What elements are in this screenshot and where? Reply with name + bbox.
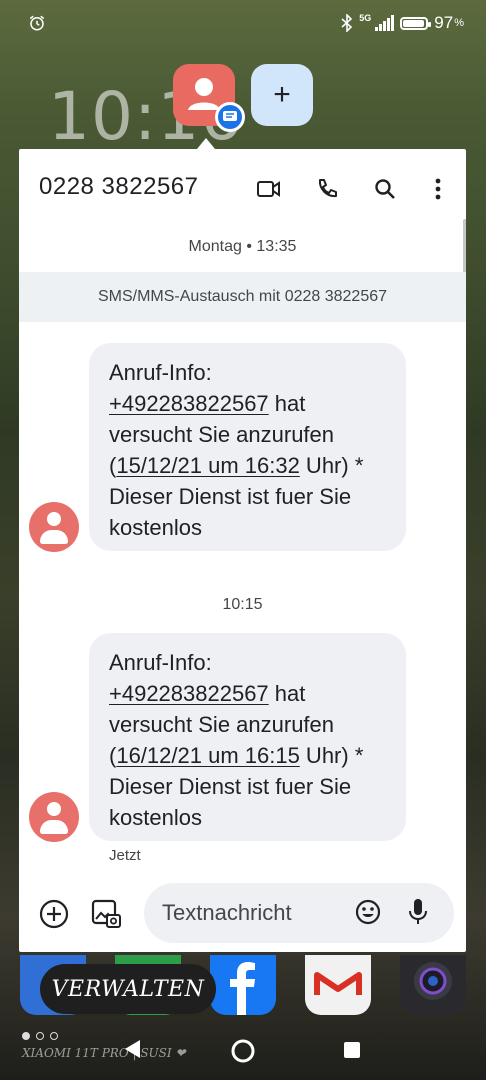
signal-icon: [375, 15, 395, 31]
network-type: 5G: [359, 13, 372, 23]
message-text: Uhr) *: [299, 743, 364, 768]
message-text: Uhr) *: [299, 453, 364, 478]
message-text: hat: [268, 391, 306, 416]
date-separator: Montag • 13:35: [188, 238, 297, 255]
contact-bubble-head[interactable]: [173, 64, 245, 132]
message-text: kostenlos: [109, 805, 202, 830]
gallery-icon[interactable]: [89, 897, 123, 931]
home-icon[interactable]: [230, 1038, 256, 1064]
alarm-icon: [29, 15, 45, 31]
phone-number-link[interactable]: +492283822567: [109, 681, 269, 706]
message-input-placeholder: Textnachricht: [162, 900, 292, 925]
phone-number-link[interactable]: +492283822567: [109, 391, 269, 416]
sms-info-banner: SMS/MMS-Austausch mit 0228 3822567: [19, 272, 466, 322]
message-text: hat: [268, 681, 306, 706]
camera-app-icon[interactable]: [400, 955, 466, 1015]
conversation-window: 0228 3822567 Montag • 13:35 SMS/MMS-Aust…: [19, 149, 466, 952]
manage-bubbles-button[interactable]: VERWALTEN: [40, 964, 216, 1014]
bubble-pointer: [197, 138, 215, 149]
message-input[interactable]: Textnachricht: [144, 883, 454, 943]
time-separator: 10:15: [222, 596, 263, 613]
phone-icon[interactable]: [313, 175, 341, 203]
mic-icon[interactable]: [408, 897, 428, 932]
bluetooth-icon: [341, 14, 353, 32]
message-text: Anruf-Info:: [109, 360, 212, 385]
message-text: Dieser Dienst ist fuer Sie: [109, 774, 352, 799]
battery-icon: [400, 16, 432, 30]
facebook-app-icon[interactable]: [210, 955, 276, 1015]
message-text: versucht Sie anzurufen: [109, 422, 335, 447]
navigation-bar: [0, 1028, 486, 1072]
message-status: Jetzt: [109, 847, 141, 864]
sender-avatar[interactable]: [29, 792, 79, 842]
status-bar: 5G 97%: [0, 0, 486, 48]
banner-text: SMS/MMS-Austausch mit 0228 3822567: [97, 288, 388, 305]
sender-avatar[interactable]: [29, 502, 79, 552]
emoji-icon[interactable]: [354, 898, 382, 931]
more-icon[interactable]: [424, 175, 452, 203]
message-text: kostenlos: [109, 515, 202, 540]
back-icon[interactable]: [122, 1038, 142, 1060]
messages-app-badge-icon: [215, 102, 245, 132]
add-icon[interactable]: [37, 897, 71, 931]
gmail-app-icon[interactable]: [305, 955, 371, 1015]
conversation-toolbar: 0228 3822567: [19, 149, 466, 229]
conversation-title: 0228 3822567: [39, 173, 199, 200]
message-text: Anruf-Info:: [109, 650, 212, 675]
datetime-link[interactable]: 16/12/21 um 16:15: [116, 743, 299, 768]
search-icon[interactable]: [371, 175, 399, 203]
recents-icon[interactable]: [343, 1041, 361, 1059]
message-text: versucht Sie anzurufen: [109, 712, 335, 737]
message-bubble[interactable]: Anruf-Info: +492283822567 hat versucht S…: [89, 633, 406, 841]
message-bubble[interactable]: Anruf-Info: +492283822567 hat versucht S…: [89, 343, 406, 551]
add-bubble-button[interactable]: +: [251, 64, 313, 126]
battery-percent: 97: [434, 13, 454, 32]
datetime-link[interactable]: 15/12/21 um 16:32: [116, 453, 299, 478]
composer-bar: Textnachricht: [19, 879, 466, 952]
message-text: Dieser Dienst ist fuer Sie: [109, 484, 352, 509]
video-call-icon[interactable]: [255, 175, 283, 203]
